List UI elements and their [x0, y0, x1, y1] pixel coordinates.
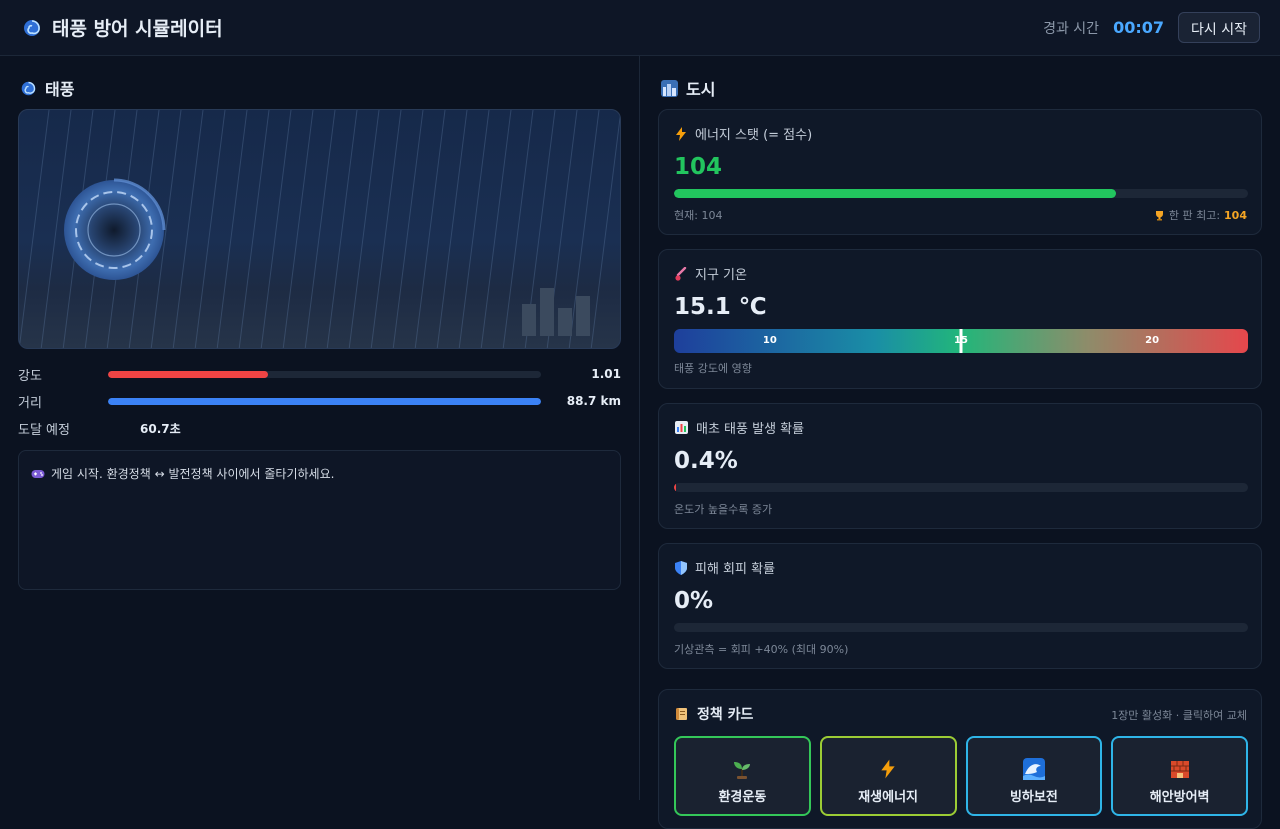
probability-note: 온도가 높을수록 증가	[674, 503, 773, 516]
city-title-text: 도시	[686, 80, 716, 99]
probability-card: 매초 태풍 발생 확률 0.4% 온도가 높을수록 증가	[658, 403, 1262, 529]
intensity-bar-fill	[108, 370, 269, 378]
temperature-tick-high: 20	[1145, 335, 1160, 346]
distance-bar	[108, 397, 541, 405]
evasion-value: 0%	[674, 588, 714, 614]
intensity-bar	[108, 370, 541, 378]
cyclone-icon	[20, 80, 37, 97]
probability-title: 매초 태풍 발생 확률	[696, 422, 805, 437]
typhoon-section-title: 태풍	[20, 76, 74, 100]
policy-card-glacier[interactable]: 빙하보전	[965, 736, 1103, 816]
typhoon-panel: 태풍 강도 1.01 거리 88.7 km 도달 예정 60.7초 게임 시작.…	[0, 56, 639, 800]
scroll-icon	[675, 707, 689, 721]
wall-icon	[1169, 758, 1191, 780]
app-title: 태풍 방어 시뮬레이터	[22, 14, 223, 41]
distance-bar-fill	[108, 397, 541, 405]
policy-header: 정책 카드	[675, 704, 753, 724]
eta-row: 도달 예정 60.7초	[18, 418, 621, 438]
elapsed-time-label: 경과 시간	[1043, 20, 1100, 37]
temperature-tick-low: 10	[762, 335, 777, 346]
energy-best-label: 한 판 최고:	[1168, 209, 1221, 222]
temperature-title: 지구 기온	[695, 268, 747, 283]
cyclone-icon	[22, 18, 42, 38]
policy-card-label: 빙하보전	[1009, 790, 1058, 805]
policy-card-environment[interactable]: 환경운동	[674, 736, 811, 816]
lightning-icon	[880, 758, 896, 780]
restart-button[interactable]: 다시 시작	[1178, 12, 1260, 43]
typhoon-scene	[18, 109, 621, 349]
app-title-text: 태풍 방어 시뮬레이터	[52, 18, 223, 40]
temperature-marker	[959, 329, 963, 353]
temperature-card: 지구 기온 15.1 ℃ 10 15 20 태풍 강도에 영향	[658, 249, 1262, 389]
eta-label: 도달 예정	[18, 422, 70, 438]
intensity-label: 강도	[18, 368, 42, 384]
evasion-card: 피해 회피 확률 0% 기상관측 = 회피 +40% (최대 90%)	[658, 543, 1262, 669]
policy-card-list: 환경운동 재생에너지 빙하보전 해안방어벽	[674, 736, 1248, 816]
distance-value: 88.7 km	[566, 394, 621, 408]
wave-icon	[1022, 758, 1045, 780]
policy-card-label: 환경운동	[718, 790, 767, 805]
trophy-icon	[1154, 210, 1165, 221]
probability-value: 0.4%	[674, 448, 738, 474]
policy-hint: 1장만 활성화 · 클릭하여 교체	[1111, 709, 1247, 722]
typhoon-vortex	[64, 178, 166, 280]
city-panel: 도시 에너지 스탯 (= 점수) 104 현재: 104 한 판 최고: 104	[640, 56, 1280, 829]
evasion-bar	[674, 623, 1248, 632]
bar-chart-icon	[675, 421, 688, 434]
policy-card-renewable[interactable]: 재생에너지	[819, 736, 957, 816]
distance-label: 거리	[18, 395, 42, 411]
probability-card-header: 매초 태풍 발생 확률	[675, 418, 804, 437]
evasion-card-header: 피해 회피 확률	[675, 558, 775, 577]
probability-bar	[674, 483, 1248, 492]
cityscape-icon	[661, 79, 678, 97]
energy-bar-fill	[674, 189, 1116, 198]
energy-current: 현재: 104	[674, 209, 723, 222]
eta-value: 60.7초	[140, 421, 181, 436]
probability-bar-fill	[674, 483, 677, 492]
shield-icon	[675, 560, 687, 575]
typhoon-title-text: 태풍	[45, 80, 75, 99]
temperature-value: 15.1 ℃	[674, 294, 767, 320]
intensity-row: 강도 1.01	[18, 364, 621, 384]
event-log: 게임 시작. 환경정책 ↔ 발전정책 사이에서 줄타기하세요.	[18, 450, 621, 590]
evasion-title: 피해 회피 확률	[695, 562, 776, 577]
policy-card-panel: 정책 카드 1장만 활성화 · 클릭하여 교체 환경운동 재생에너지 빙하보전	[658, 689, 1262, 829]
log-entry: 게임 시작. 환경정책 ↔ 발전정책 사이에서 줄타기하세요.	[31, 465, 608, 482]
energy-best-value: 104	[1224, 208, 1247, 222]
energy-bar	[674, 189, 1248, 198]
energy-title: 에너지 스탯 (= 점수)	[695, 128, 813, 143]
energy-value: 104	[674, 154, 723, 180]
gamepad-icon	[31, 468, 45, 480]
temperature-card-header: 지구 기온	[675, 264, 747, 283]
policy-card-label: 재생에너지	[858, 790, 919, 805]
intensity-value: 1.01	[591, 367, 621, 381]
elapsed-time-value: 00:07	[1113, 18, 1165, 37]
energy-best: 한 판 최고: 104	[1154, 207, 1247, 223]
evasion-note: 기상관측 = 회피 +40% (최대 90%)	[674, 643, 849, 656]
lightning-icon	[675, 126, 687, 141]
distance-row: 거리 88.7 km	[18, 391, 621, 411]
temperature-note: 태풍 강도에 영향	[674, 362, 752, 375]
energy-card-header: 에너지 스탯 (= 점수)	[675, 124, 812, 143]
energy-card: 에너지 스탯 (= 점수) 104 현재: 104 한 판 최고: 104	[658, 109, 1262, 235]
policy-card-label: 해안방어벽	[1149, 790, 1210, 805]
seedling-icon	[731, 758, 753, 780]
typhoon-scene-graphic	[19, 110, 620, 348]
log-entry-text: 게임 시작. 환경정책 ↔ 발전정책 사이에서 줄타기하세요.	[51, 467, 335, 481]
temperature-gauge: 10 15 20	[674, 329, 1248, 353]
policy-title: 정책 카드	[697, 707, 754, 723]
policy-card-seawall[interactable]: 해안방어벽	[1111, 736, 1248, 816]
top-bar: 태풍 방어 시뮬레이터 경과 시간 00:07 다시 시작	[0, 0, 1280, 56]
city-section-title: 도시	[661, 76, 715, 100]
thermometer-icon	[675, 266, 687, 281]
